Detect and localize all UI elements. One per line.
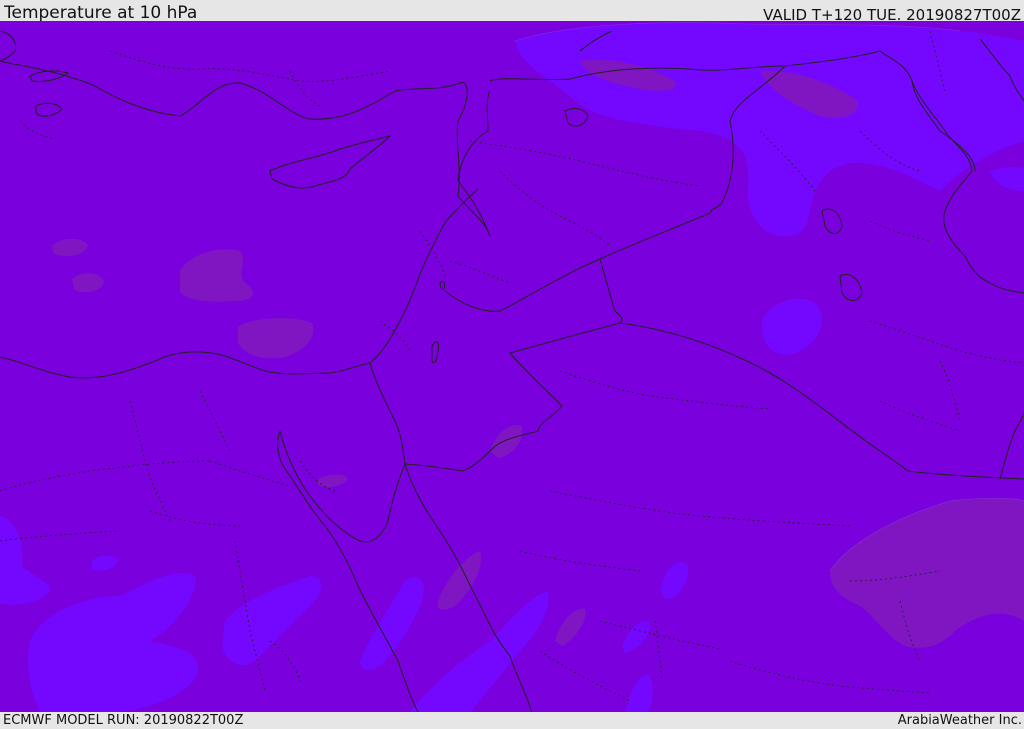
model-run-label: ECMWF MODEL RUN: 20190822T00Z (3, 713, 244, 728)
map-canvas (0, 21, 1024, 712)
forecast-map-page: Temperature at 10 hPa VALID T+120 TUE. 2… (0, 0, 1024, 729)
footer-bar: ECMWF MODEL RUN: 20190822T00Z ArabiaWeat… (0, 712, 1024, 729)
temperature-map[interactable] (0, 21, 1024, 712)
credit-label: ArabiaWeather Inc. (897, 713, 1022, 728)
header-bar: Temperature at 10 hPa VALID T+120 TUE. 2… (0, 0, 1024, 24)
